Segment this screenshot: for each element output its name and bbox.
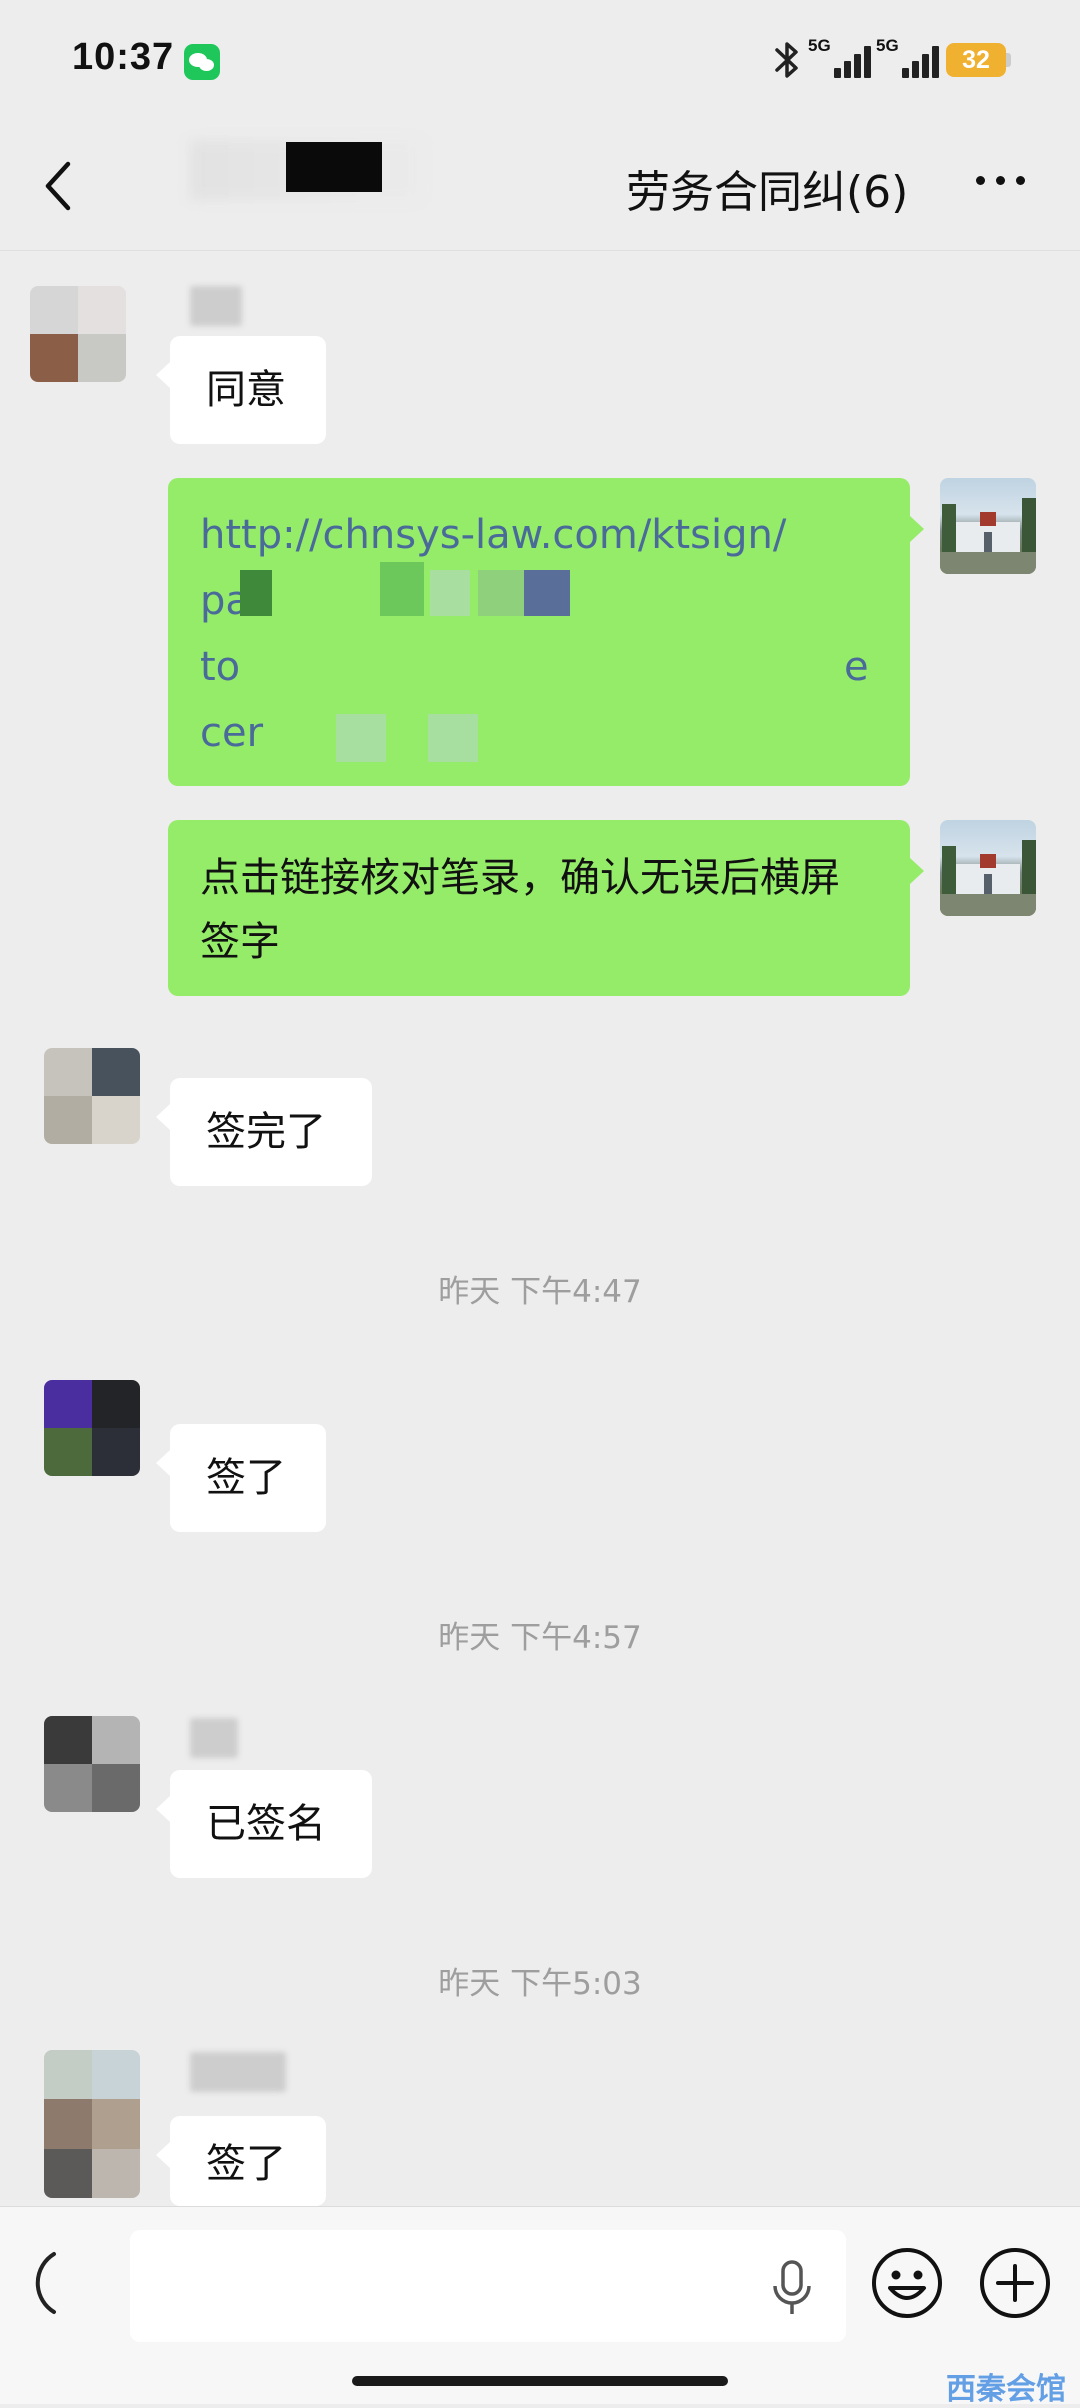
message-bubble[interactable]: 签了	[170, 1424, 326, 1532]
watermark: 西秦会馆	[946, 2372, 1066, 2407]
avatar[interactable]	[44, 1380, 140, 1476]
bubble-tail	[910, 516, 924, 542]
chat-title: 劳务合同纠(6)	[626, 167, 909, 218]
emoji-icon[interactable]	[870, 2246, 944, 2320]
plus-icon[interactable]	[978, 2246, 1052, 2320]
network-type-label: 5G	[808, 36, 831, 55]
timestamp: 昨天 下午5:03	[438, 1966, 642, 2002]
bubble-tail	[156, 1104, 170, 1130]
bubble-tail	[156, 1450, 170, 1476]
message-input[interactable]	[130, 2230, 846, 2342]
message-text: 签了	[206, 2141, 286, 2187]
mosaic-block	[430, 570, 470, 616]
mosaic-block	[336, 714, 386, 762]
status-time: 10:37	[72, 36, 175, 78]
timestamp: 昨天 下午4:47	[438, 1274, 642, 1310]
title-redaction-box	[286, 142, 382, 192]
message-text: 点击链接核对笔录，确认无误后横屏签字	[200, 855, 840, 965]
timestamp: 昨天 下午4:57	[438, 1620, 642, 1656]
mosaic-block	[240, 570, 272, 616]
message-bubble[interactable]: 签完了	[170, 1078, 372, 1186]
signal-strength-icon: 5G	[808, 36, 876, 82]
avatar[interactable]	[30, 286, 126, 382]
mosaic-block	[428, 714, 478, 762]
bubble-tail	[910, 858, 924, 884]
message-text: 签了	[206, 1455, 286, 1501]
battery-indicator: 32	[946, 43, 1006, 77]
microphone-icon[interactable]	[770, 2258, 814, 2318]
bubble-tail	[156, 362, 170, 388]
avatar[interactable]	[44, 1048, 140, 1144]
bubble-tail	[156, 1796, 170, 1822]
bubble-tail	[156, 2142, 170, 2168]
message-bubble[interactable]: 签了	[170, 2116, 326, 2206]
mosaic-block	[524, 570, 570, 616]
voice-toggle-icon[interactable]	[24, 2248, 64, 2318]
house-photo-icon	[940, 498, 1036, 574]
avatar[interactable]	[44, 1716, 140, 1812]
link-line-4[interactable]: cer	[200, 700, 878, 766]
mosaic-block	[380, 562, 424, 616]
link-line-3-end: e	[844, 644, 869, 690]
message-bubble[interactable]: 点击链接核对笔录，确认无误后横屏签字	[168, 820, 910, 996]
network-type-label-2: 5G	[876, 36, 899, 55]
sender-name-blurred	[190, 2052, 286, 2092]
my-avatar[interactable]	[940, 478, 1036, 574]
back-button[interactable]	[40, 158, 80, 214]
link-line-1[interactable]: http://chnsys-law.com/ktsign/	[200, 502, 878, 568]
signal-strength-icon-2: 5G	[876, 36, 944, 82]
message-bubble[interactable]: 同意	[170, 336, 326, 444]
battery-tip	[1006, 53, 1011, 67]
link-message-bubble[interactable]: http://chnsys-law.com/ktsign/ pa to cer …	[168, 478, 910, 786]
message-text: 签完了	[206, 1109, 326, 1155]
bluetooth-icon	[775, 42, 798, 78]
sender-name-blurred	[190, 286, 242, 326]
avatar[interactable]	[44, 2050, 140, 2198]
mosaic-block	[478, 570, 524, 616]
more-dots-icon[interactable]	[974, 170, 1030, 190]
message-text: 同意	[206, 367, 286, 413]
message-bubble[interactable]: 已签名	[170, 1770, 372, 1878]
home-indicator[interactable]	[352, 2376, 728, 2386]
sender-name-blurred	[190, 1718, 238, 1758]
wechat-notification-icon	[184, 44, 220, 80]
house-photo-icon	[940, 840, 1036, 916]
nav-divider	[0, 250, 1080, 251]
my-avatar[interactable]	[940, 820, 1036, 916]
message-text: 已签名	[206, 1801, 326, 1847]
link-line-3[interactable]: to	[200, 634, 878, 700]
